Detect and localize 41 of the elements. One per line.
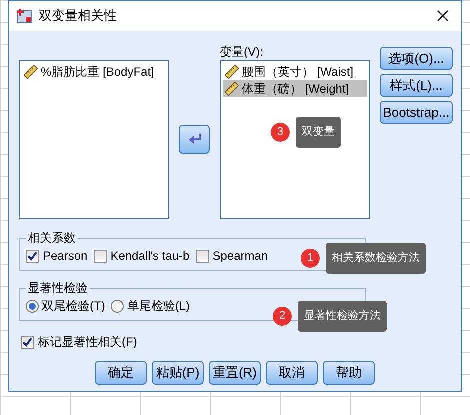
variable-item[interactable]: 腰围（英寸） [Waist] bbox=[223, 63, 367, 80]
window-title: 双变量相关性 bbox=[39, 7, 118, 26]
checkbox[interactable] bbox=[26, 250, 39, 262]
checkbox-label: Pearson bbox=[43, 248, 88, 265]
ruler-icon bbox=[225, 64, 239, 78]
side-button[interactable]: 选项(O)... bbox=[380, 47, 453, 70]
checkmark-icon bbox=[27, 250, 38, 262]
checkbox-label: Spearman bbox=[212, 248, 268, 265]
move-button[interactable] bbox=[179, 125, 210, 154]
checkbox-label: 标记显著性相关(F) bbox=[38, 334, 138, 351]
variable-item[interactable]: 体重（磅） [Weight] bbox=[223, 80, 367, 97]
dialog-button[interactable]: 粘贴(P) bbox=[152, 361, 204, 385]
arrow-icon bbox=[188, 134, 202, 146]
checkbox-label: Kendall's tau-b bbox=[110, 248, 190, 265]
group-title: 相关系数 bbox=[27, 230, 77, 247]
checkbox[interactable] bbox=[94, 250, 107, 262]
group-title: 显著性检验 bbox=[27, 280, 89, 297]
radio-button[interactable] bbox=[26, 300, 39, 312]
radio-button[interactable] bbox=[111, 300, 124, 312]
dialog-button[interactable]: 取消 bbox=[266, 361, 318, 385]
radio-label: 单尾检验(L) bbox=[127, 298, 190, 315]
number-badge: 1 bbox=[301, 248, 320, 268]
annotation-bubble: 显著性检验方法 bbox=[298, 301, 387, 332]
variable-item[interactable]: %脂肪比重 [BodyFat] bbox=[22, 63, 166, 81]
side-button[interactable]: 样式(L)... bbox=[380, 74, 453, 97]
dialog-button[interactable]: 重置(R) bbox=[209, 361, 261, 385]
dialog-button[interactable]: 帮助 bbox=[323, 361, 375, 385]
ruler-icon bbox=[24, 65, 38, 79]
checkbox[interactable] bbox=[21, 336, 34, 348]
checkbox[interactable] bbox=[196, 250, 209, 262]
annotation-bubble: 双变量 bbox=[296, 117, 341, 148]
variables-label: 变量(V): bbox=[220, 45, 264, 60]
radio-label: 双尾检验(T) bbox=[42, 298, 106, 315]
dialog-button[interactable]: 确定 bbox=[95, 361, 147, 385]
number-badge: 2 bbox=[273, 306, 292, 326]
ruler-icon bbox=[225, 82, 239, 96]
side-button[interactable]: Bootstrap... bbox=[380, 101, 453, 124]
app-icon bbox=[17, 8, 33, 24]
annotation-bubble: 相关系数检验方法 bbox=[326, 243, 426, 274]
checkmark-icon bbox=[22, 336, 33, 348]
close-icon[interactable] bbox=[437, 10, 449, 22]
